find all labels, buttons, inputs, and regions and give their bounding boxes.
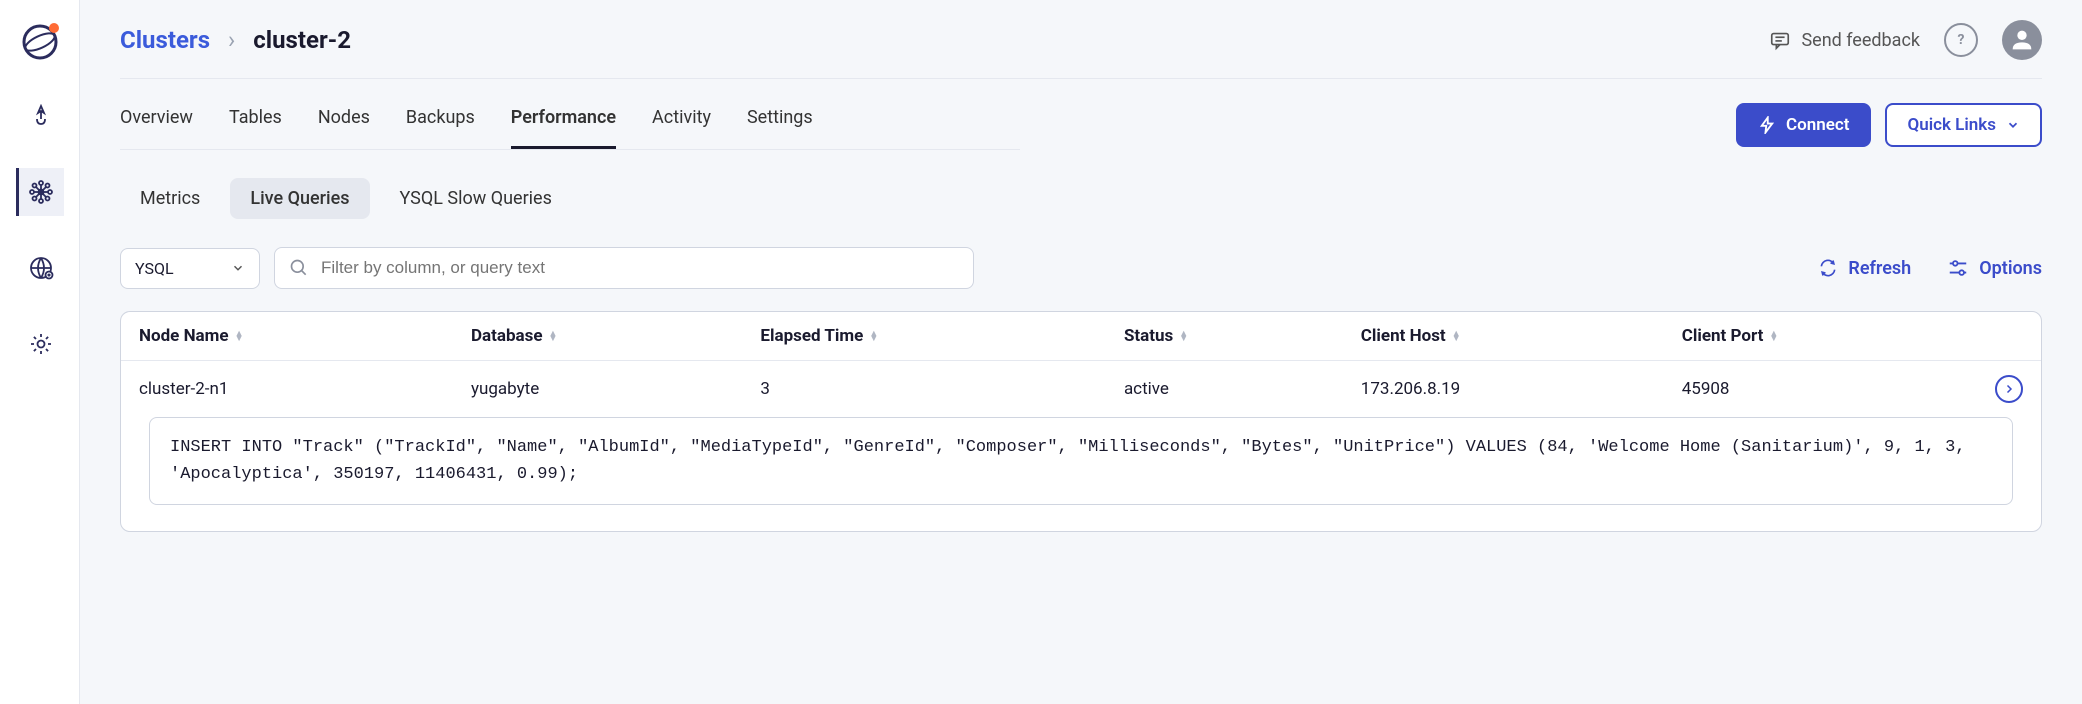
connect-label: Connect xyxy=(1786,115,1849,135)
col-elapsed[interactable]: Elapsed Time▲▼ xyxy=(742,312,1106,361)
cell-client-host: 173.206.8.19 xyxy=(1343,361,1664,418)
connect-button[interactable]: Connect xyxy=(1736,103,1871,147)
tab-activity[interactable]: Activity xyxy=(652,99,711,149)
filter-search[interactable] xyxy=(274,247,974,289)
send-feedback-button[interactable]: Send feedback xyxy=(1769,29,1920,51)
question-icon: ? xyxy=(1958,32,1965,48)
chevron-down-icon xyxy=(231,261,245,275)
help-button[interactable]: ? xyxy=(1944,23,1978,57)
sidebar-item-settings[interactable] xyxy=(16,320,64,368)
sort-icon: ▲▼ xyxy=(869,332,878,342)
breadcrumb: Clusters › cluster-2 xyxy=(120,26,351,54)
query-text: INSERT INTO "Track" ("TrackId", "Name", … xyxy=(149,417,2013,505)
sort-icon: ▲▼ xyxy=(549,332,558,342)
api-select-value: YSQL xyxy=(135,259,174,278)
logo[interactable] xyxy=(16,16,64,64)
sidebar-item-clusters[interactable] xyxy=(16,168,64,216)
col-client-port[interactable]: Client Port▲▼ xyxy=(1664,312,1977,361)
refresh-label: Refresh xyxy=(1848,258,1911,279)
user-icon xyxy=(2008,26,2036,54)
subtab-live-queries[interactable]: Live Queries xyxy=(230,178,369,219)
cell-database: yugabyte xyxy=(453,361,742,418)
col-database[interactable]: Database▲▼ xyxy=(453,312,742,361)
sidebar-item-network[interactable] xyxy=(16,244,64,292)
tab-tables[interactable]: Tables xyxy=(229,99,282,149)
table-row[interactable]: cluster-2-n1 yugabyte 3 active 173.206.8… xyxy=(121,361,2041,418)
options-button[interactable]: Options xyxy=(1947,257,2042,279)
options-label: Options xyxy=(1979,258,2042,279)
cell-client-port: 45908 xyxy=(1664,361,1977,418)
tab-performance[interactable]: Performance xyxy=(511,99,616,149)
tab-overview[interactable]: Overview xyxy=(120,99,193,149)
queries-table: Node Name▲▼ Database▲▼ Elapsed Time▲▼ St… xyxy=(121,312,2041,417)
chevron-down-icon xyxy=(2006,118,2020,132)
sort-icon: ▲▼ xyxy=(1769,332,1778,342)
tab-nodes[interactable]: Nodes xyxy=(318,99,370,149)
col-client-host[interactable]: Client Host▲▼ xyxy=(1343,312,1664,361)
feedback-icon xyxy=(1769,29,1791,51)
user-avatar[interactable] xyxy=(2002,20,2042,60)
bolt-icon xyxy=(1758,116,1776,134)
sidebar-item-getting-started[interactable] xyxy=(16,92,64,140)
col-status[interactable]: Status▲▼ xyxy=(1106,312,1343,361)
feedback-label: Send feedback xyxy=(1801,30,1920,51)
tab-settings[interactable]: Settings xyxy=(747,99,813,149)
main-content: Clusters › cluster-2 Send feedback ? xyxy=(80,0,2082,704)
cell-elapsed: 3 xyxy=(742,361,1106,418)
sliders-icon xyxy=(1947,257,1969,279)
subtab-slow-queries[interactable]: YSQL Slow Queries xyxy=(380,178,572,219)
chevron-right-icon xyxy=(2003,383,2015,395)
performance-subtabs: Metrics Live Queries YSQL Slow Queries xyxy=(120,178,2042,219)
cluster-tabs: Overview Tables Nodes Backups Performanc… xyxy=(120,99,1020,150)
topbar: Clusters › cluster-2 Send feedback ? xyxy=(120,20,2042,79)
sort-icon: ▲▼ xyxy=(1179,332,1188,342)
queries-table-card: Node Name▲▼ Database▲▼ Elapsed Time▲▼ St… xyxy=(120,311,2042,532)
api-select[interactable]: YSQL xyxy=(120,248,260,289)
breadcrumb-root[interactable]: Clusters xyxy=(120,26,210,54)
breadcrumb-leaf: cluster-2 xyxy=(253,26,351,54)
col-node[interactable]: Node Name▲▼ xyxy=(121,312,453,361)
sort-icon: ▲▼ xyxy=(1452,332,1461,342)
refresh-button[interactable]: Refresh xyxy=(1818,258,1911,279)
filter-input[interactable] xyxy=(321,258,959,278)
row-expand-button[interactable] xyxy=(1995,375,2023,403)
quick-links-button[interactable]: Quick Links xyxy=(1885,103,2042,147)
cell-status: active xyxy=(1106,361,1343,418)
refresh-icon xyxy=(1818,258,1838,278)
sort-icon: ▲▼ xyxy=(235,332,244,342)
cell-node: cluster-2-n1 xyxy=(121,361,453,418)
tab-backups[interactable]: Backups xyxy=(406,99,475,149)
chevron-right-icon: › xyxy=(228,26,235,54)
subtab-metrics[interactable]: Metrics xyxy=(120,178,220,219)
quick-links-label: Quick Links xyxy=(1907,115,1996,135)
sidebar xyxy=(0,0,80,704)
search-icon xyxy=(289,258,309,278)
